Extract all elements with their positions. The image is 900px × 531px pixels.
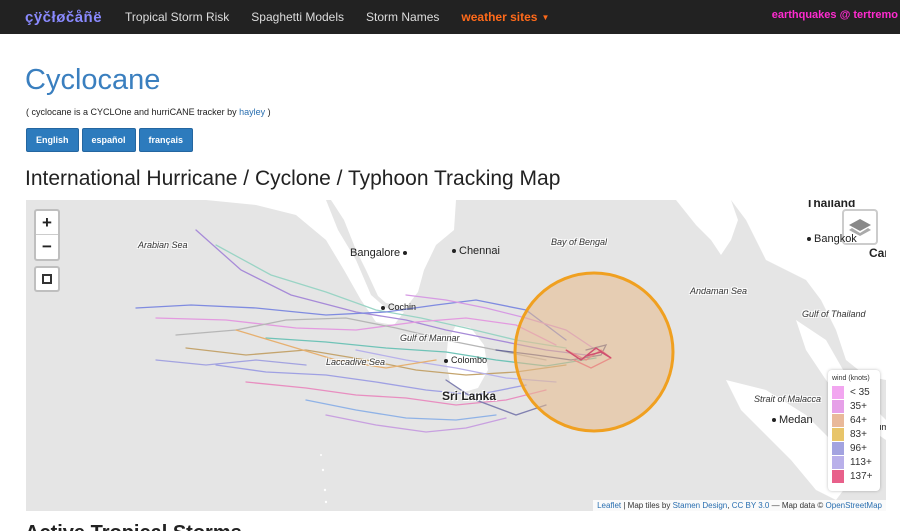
label-bangkok: Bangkok: [807, 233, 857, 245]
label-andaman-sea: Andaman Sea: [690, 286, 748, 296]
andaman-coast: [676, 200, 738, 255]
island-dot: [323, 488, 327, 492]
label-medan: Medan: [772, 414, 813, 426]
legend-item: 35+: [832, 399, 876, 413]
nav-storm-names[interactable]: Storm Names: [366, 10, 439, 24]
zoom-control: + −: [34, 209, 60, 261]
active-storms-heading: Active Tropical Storms: [25, 522, 242, 531]
stamen-link[interactable]: Stamen Design: [673, 501, 728, 510]
label-sri-lanka: Sri Lanka: [442, 389, 497, 403]
osm-link[interactable]: OpenStreetMap: [826, 501, 882, 510]
label-bay-of-bengal: Bay of Bengal: [551, 237, 608, 247]
label-bangalore: Bangalore: [350, 247, 410, 259]
fullscreen-icon-part: [47, 279, 52, 284]
license-link[interactable]: CC BY 3.0: [732, 501, 770, 510]
label-laccadive-sea: Laccadive Sea: [326, 357, 386, 367]
legend-swatch: [832, 441, 844, 455]
legend-label: 113+: [850, 456, 872, 468]
legend-label: 137+: [850, 470, 873, 482]
legend-swatch: [832, 413, 844, 427]
city-name: Medan: [779, 414, 813, 426]
legend-label: 64+: [850, 414, 867, 426]
city-name: Bangalore: [350, 247, 401, 259]
zoom-in-button[interactable]: +: [36, 211, 58, 235]
legend-label: 96+: [850, 442, 867, 454]
legend-label: 83+: [850, 428, 867, 440]
nav-earthquakes-link[interactable]: earthquakes @ tertremo: [772, 9, 898, 21]
city-name: Chennai: [459, 245, 500, 257]
navbar: çÿčłøčåñë Tropical Storm Risk Spaghetti …: [0, 0, 900, 34]
label-colombo: Colombo: [444, 355, 487, 365]
legend-swatch: [832, 455, 844, 469]
label-cambodia: Cambodia: [869, 246, 886, 260]
map-attribution: Leaflet | Map tiles by Stamen Design, CC…: [593, 500, 886, 511]
label-thailand: Thailand: [806, 200, 856, 210]
tagline-suffix: ): [265, 107, 271, 117]
legend-item: 64+: [832, 413, 876, 427]
legend-item: < 35: [832, 385, 876, 399]
label-gulf-of-thailand: Gulf of Thailand: [802, 309, 866, 319]
brand-logo[interactable]: çÿčłøčåñë: [25, 9, 102, 26]
tracking-map[interactable]: + − Arabian Sea Bay of Bengal Andaman Se…: [26, 200, 886, 511]
city-dot: [444, 358, 448, 363]
storm-track: [135, 299, 567, 341]
nav-weather-sites-label: weather sites: [461, 10, 538, 24]
label-strait-of-malacca: Strait of Malacca: [754, 394, 822, 404]
legend-item: 96+: [832, 441, 876, 455]
fullscreen-button[interactable]: [34, 266, 60, 292]
lang-espanol-button[interactable]: español: [81, 128, 136, 152]
city-dot: [381, 305, 385, 310]
attribution-data: — Map data ©: [769, 501, 826, 510]
storm-forecast-circle: [513, 271, 675, 433]
map-heading: International Hurricane / Cyclone / Typh…: [25, 167, 561, 190]
tagline-prefix: ( cyclocane is a CYCLOne and hurriCANE t…: [26, 107, 240, 117]
city-dot: [403, 251, 408, 256]
caret-down-icon: ▼: [541, 13, 550, 23]
city-dot: [807, 237, 811, 242]
island-dot: [321, 468, 325, 472]
legend-swatch: [832, 385, 844, 399]
legend-rows: < 35 35+ 64+ 83+ 96+ 113+ 137+: [832, 385, 876, 483]
nav-weather-sites-dropdown[interactable]: weather sites ▼: [461, 10, 549, 24]
legend-item: 137+: [832, 469, 876, 483]
legend-item: 83+: [832, 427, 876, 441]
city-name: Cochin: [388, 302, 417, 312]
author-link[interactable]: hayley: [239, 107, 265, 117]
page-title: Cyclocane: [25, 64, 161, 96]
island-dot: [324, 500, 328, 504]
label-arabian-sea: Arabian Sea: [138, 240, 188, 250]
legend-title: wind (knots): [832, 375, 870, 382]
label-cochin: Cochin: [381, 302, 416, 312]
legend-swatch: [832, 469, 844, 483]
city-dot: [452, 249, 456, 254]
nav-tropical-storm-risk[interactable]: Tropical Storm Risk: [125, 10, 229, 24]
legend-item: 113+: [832, 455, 876, 469]
zoom-out-button[interactable]: −: [36, 235, 58, 259]
nav-spaghetti-models[interactable]: Spaghetti Models: [251, 10, 344, 24]
city-name: Colombo: [451, 355, 488, 365]
tagline: ( cyclocane is a CYCLOne and hurriCANE t…: [26, 107, 271, 117]
attribution-text: | Map tiles by: [621, 501, 673, 510]
label-gulf-of-mannar: Gulf of Mannar: [400, 333, 460, 343]
leaflet-link[interactable]: Leaflet: [597, 501, 621, 510]
city-dot: [772, 418, 776, 423]
language-buttons: English español français: [26, 128, 194, 152]
island-dot: [320, 454, 322, 456]
legend-label: 35+: [850, 400, 867, 412]
lang-francais-button[interactable]: français: [138, 128, 194, 152]
storm-track: [155, 359, 307, 366]
city-name: Bangkok: [814, 233, 857, 245]
legend-label: < 35: [850, 386, 870, 398]
wind-legend: wind (knots) < 35 35+ 64+ 83+ 96+ 113+ 137+: [828, 370, 880, 491]
legend-swatch: [832, 427, 844, 441]
label-chennai: Chennai: [452, 245, 500, 257]
legend-swatch: [832, 399, 844, 413]
lang-english-button[interactable]: English: [26, 128, 79, 152]
